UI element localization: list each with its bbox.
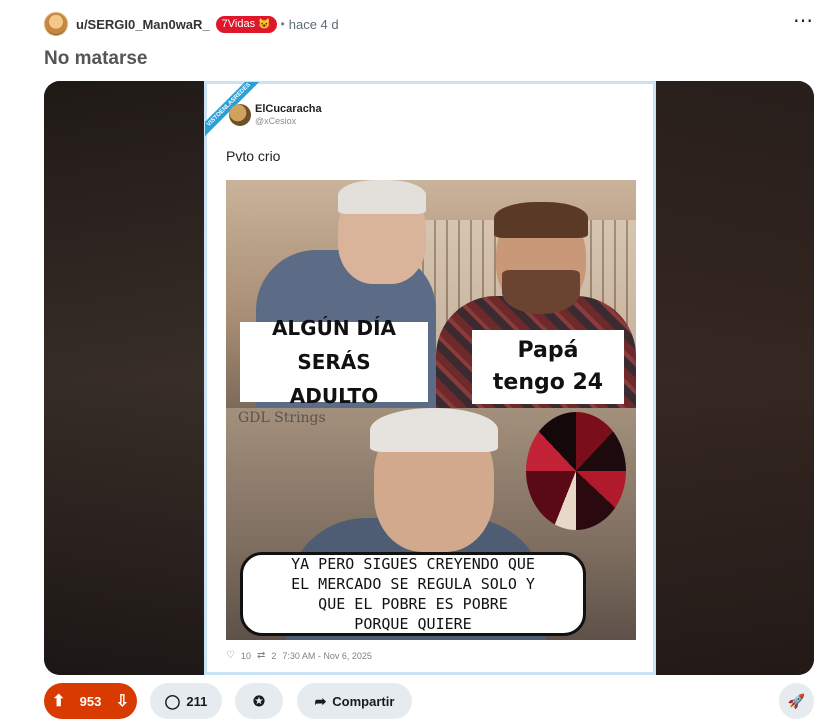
media-blur-right: [654, 81, 814, 675]
flair-text: 7Vidas: [221, 18, 256, 30]
tweet-author-handle: @xCesiox: [255, 116, 297, 126]
comments-button[interactable]: ◯ 211: [150, 683, 222, 719]
user-flair: 7Vidas 😺: [215, 15, 277, 33]
young-man-hair: [494, 202, 588, 238]
tweet-screenshot: VISTOENLASREDES ElCucaracha @xCesiox Pvt…: [204, 81, 656, 675]
post-title[interactable]: No matarse: [44, 48, 148, 70]
heart-icon: ♡: [226, 650, 235, 661]
upvote-icon[interactable]: ⬆: [52, 691, 65, 711]
post-header: u/SERGI0_Man0waR_ 7Vidas 😺 • hace 4 d ⋯: [44, 10, 814, 38]
tweet-avatar: [229, 104, 251, 126]
comment-bubble-icon: ◯: [164, 692, 181, 709]
award-icon: ✪: [253, 692, 265, 709]
retweet-icon: ⇄: [256, 650, 266, 661]
speech-line: QUE EL POBRE ES POBRE: [318, 595, 508, 613]
share-label: Compartir: [332, 693, 395, 709]
separator-dot: •: [280, 17, 285, 31]
speech-bubble: YA PERO SIGUES CREYENDO QUE EL MERCADO S…: [240, 552, 586, 636]
caption-line: Papá: [517, 338, 579, 363]
media-blur-left: [44, 81, 204, 675]
old-man-hair: [338, 180, 426, 214]
share-button[interactable]: ➦ Compartir: [297, 683, 412, 719]
pixelated-censor: [526, 412, 626, 530]
post-time: hace 4 d: [288, 16, 339, 32]
caption-line: ALGÚN DÍA SERÁS: [271, 316, 397, 374]
tweet-text: Pvto crio: [226, 148, 281, 164]
tweet-author-name: ElCucaracha: [255, 103, 322, 115]
post-action-bar: ⬆ 953 ⇩ ◯ 211 ✪ ➦ Compartir 🚀: [44, 683, 814, 719]
award-button[interactable]: ✪: [235, 683, 283, 719]
cat-emoji-icon: 😺: [258, 18, 271, 30]
reddit-post: u/SERGI0_Man0waR_ 7Vidas 😺 • hace 4 d ⋯ …: [0, 0, 827, 728]
vote-control: ⬆ 953 ⇩: [44, 683, 137, 719]
rocket-icon: 🚀: [787, 692, 806, 709]
vote-score: 953: [79, 693, 102, 709]
more-options-icon[interactable]: ⋯: [793, 11, 814, 31]
post-media[interactable]: VISTOENLASREDES ElCucaracha @xCesiox Pvt…: [44, 81, 814, 675]
comments-count: 211: [186, 693, 208, 709]
tweet-likes: 10: [240, 650, 251, 661]
downvote-icon[interactable]: ⇩: [116, 691, 129, 711]
speech-line: PORQUE QUIERE: [354, 615, 472, 633]
meme-image: ALGÚN DÍA SERÁS ADULTO Papá tengo 24 GDL…: [226, 180, 636, 640]
user-avatar[interactable]: [44, 12, 68, 36]
meme-panel-top: ALGÚN DÍA SERÁS ADULTO Papá tengo 24: [226, 180, 636, 416]
boost-button[interactable]: 🚀: [779, 683, 814, 719]
young-man-beard: [502, 270, 580, 314]
username-link[interactable]: u/SERGI0_Man0waR_: [76, 17, 210, 32]
tweet-retweets: 2: [271, 650, 277, 661]
tweet-footer: ♡ 10 ⇄ 2 7:30 AM - Nov 6, 2025: [226, 650, 372, 661]
share-arrow-icon: ➦: [314, 692, 327, 709]
speech-line: YA PERO SIGUES CREYENDO QUE: [291, 555, 535, 573]
tweet-timestamp: 7:30 AM - Nov 6, 2025: [282, 650, 372, 661]
meme-caption-father: ALGÚN DÍA SERÁS ADULTO: [240, 316, 428, 408]
caption-line: tengo 24: [492, 370, 604, 395]
old-man-hair: [370, 408, 498, 452]
meme-watermark: GDL Strings: [238, 410, 326, 426]
meme-caption-son: Papá tengo 24: [472, 330, 624, 404]
speech-line: EL MERCADO SE REGULA SOLO Y: [291, 575, 535, 593]
